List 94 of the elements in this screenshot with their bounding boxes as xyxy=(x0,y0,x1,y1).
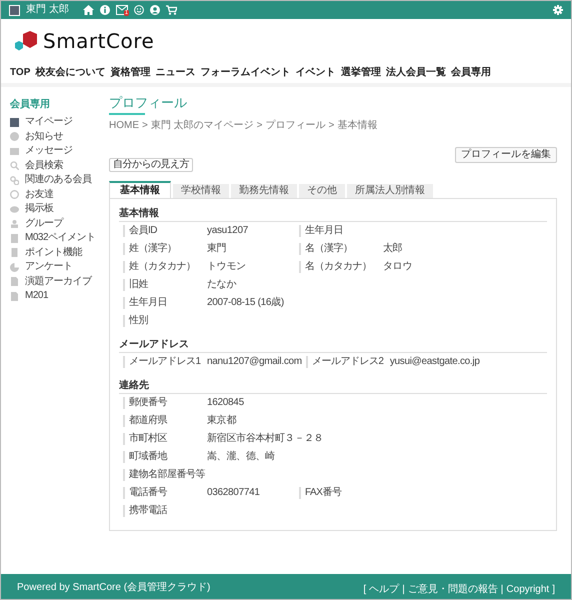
pie-chart-icon xyxy=(10,262,19,272)
avatar-photo-placeholder xyxy=(10,118,19,127)
sidebar-link[interactable]: グループ xyxy=(25,218,63,229)
sidebar-title: 会員専用 xyxy=(10,98,51,112)
sidebar-link[interactable]: 会員検索 xyxy=(25,160,63,171)
nav-link[interactable]: 法人会員一覧 xyxy=(386,64,446,80)
field-label: 姓（漢字） xyxy=(129,244,178,254)
home-icon[interactable] xyxy=(82,5,94,15)
field-label: 名（漢字） xyxy=(305,244,354,254)
field-value: トウモン xyxy=(207,262,246,272)
user-name[interactable]: 東門 太郎 xyxy=(26,5,69,15)
section-heading: 連絡先 xyxy=(119,377,547,394)
powered-by-text: Powered by SmartCore (会員管理クラウド) xyxy=(17,581,210,595)
sidebar-link[interactable]: M032ペイメント xyxy=(25,233,96,244)
sidebar-link[interactable]: M201 xyxy=(25,291,48,302)
field-label: 会員ID xyxy=(129,226,158,236)
field-value: yasu1207 xyxy=(207,226,248,236)
section-heading: 基本情報 xyxy=(119,205,547,222)
field-label: 姓（カタカナ） xyxy=(129,262,196,272)
tab[interactable]: 学校情報 xyxy=(173,184,229,198)
sidebar-link[interactable]: 掲示板 xyxy=(25,204,54,214)
link-separator: | xyxy=(500,583,504,597)
link-separator: | xyxy=(402,583,405,597)
nav-link[interactable]: 会員専用 xyxy=(450,64,491,80)
field-value: 新宿区市谷本村町３－２８ xyxy=(207,434,324,444)
nav-link[interactable]: イベント xyxy=(296,64,336,80)
field-value: 太郎 xyxy=(383,244,402,254)
sidebar-link[interactable]: ポイント機能 xyxy=(25,248,82,258)
user-circle-icon[interactable] xyxy=(150,5,160,15)
field-value: 2007-08-15 (16歳) xyxy=(207,298,284,308)
breadcrumb-separator: > xyxy=(328,121,334,131)
sidebar-link[interactable]: メッセージ xyxy=(25,146,72,156)
field-label: FAX番号 xyxy=(305,488,342,498)
breadcrumb-separator: > xyxy=(142,121,148,131)
bracket: [ xyxy=(363,583,366,597)
section-heading: メールアドレス xyxy=(119,336,547,353)
field-value: 1620845 xyxy=(207,398,244,408)
breadcrumb-separator: > xyxy=(256,121,262,131)
field-label: メールアドレス1 xyxy=(129,357,202,367)
bracket: ] xyxy=(552,583,555,597)
field-label: 電話番号 xyxy=(129,488,168,498)
sidebar-link[interactable]: お知らせ xyxy=(25,132,63,142)
breadcrumb-current-page: 基本情報 xyxy=(337,121,378,131)
logo-text[interactable]: SmartCore xyxy=(43,31,154,51)
field-label: 生年月日 xyxy=(129,298,168,308)
field-label: 市町村区 xyxy=(129,434,168,444)
breadcrumb-link[interactable]: HOME xyxy=(109,121,139,131)
breadcrumb-link[interactable]: プロフィール xyxy=(265,121,326,131)
field-label: 建物名部屋番号等 xyxy=(129,470,206,480)
field-value: 嵩、瀧、德、崎 xyxy=(207,452,275,462)
nav-link[interactable]: 選挙管理 xyxy=(340,64,381,80)
settings-icon[interactable] xyxy=(553,5,563,15)
breadcrumb-link[interactable]: 東門 太郎のマイページ xyxy=(150,121,254,131)
sidebar-link[interactable]: 関連のある会員 xyxy=(25,175,92,186)
page-title: プロフィール xyxy=(109,95,187,111)
nav-link[interactable]: TOP xyxy=(10,64,30,80)
field-label: 携帯電話 xyxy=(129,506,168,516)
tab[interactable]: 勤務先情報 xyxy=(231,184,297,198)
field-value: nanu1207@gmail.com xyxy=(207,357,302,367)
tab[interactable]: その他 xyxy=(299,184,345,198)
cart-icon[interactable] xyxy=(166,5,177,15)
field-value: yusui@eastgate.co.jp xyxy=(390,357,480,367)
edit-profile-button[interactable]: プロフィールを編集 xyxy=(455,147,557,163)
nav-link[interactable]: フォーラムイベント xyxy=(200,64,291,80)
link-icon xyxy=(10,176,19,185)
field-label: 生年月日 xyxy=(305,226,344,236)
search-icon xyxy=(10,161,19,170)
field-value: 東門 xyxy=(207,244,226,254)
avatar-photo-placeholder xyxy=(9,4,20,16)
field-label: 旧姓 xyxy=(129,280,150,290)
nav-link[interactable]: 校友会について xyxy=(35,64,106,80)
field-value: 0362807741 xyxy=(207,488,260,498)
footer-link[interactable]: ヘルプ xyxy=(369,582,400,597)
field-label: 都道府県 xyxy=(129,416,168,426)
field-label: 町域番地 xyxy=(129,452,168,462)
field-label: 郵便番号 xyxy=(129,398,168,408)
sidebar-link[interactable]: アンケート xyxy=(25,262,72,272)
nav-link[interactable]: ニュース xyxy=(156,64,196,80)
field-value: たなか xyxy=(207,280,236,290)
view-select[interactable]: 自分からの見え方 xyxy=(109,158,193,172)
sidebar-link[interactable]: お友達 xyxy=(25,190,54,200)
logo-icon[interactable] xyxy=(15,31,37,51)
field-label: メールアドレス2 xyxy=(312,357,384,367)
field-value: 東京都 xyxy=(207,416,236,426)
sidebar-link[interactable]: マイページ xyxy=(25,117,72,128)
field-label: 性別 xyxy=(129,316,149,326)
field-value: タロウ xyxy=(383,262,412,272)
field-label: 名（カタカナ） xyxy=(305,262,372,272)
nav-link[interactable]: 資格管理 xyxy=(110,64,151,80)
sidebar-link[interactable]: 演題アーカイブ xyxy=(25,276,92,287)
footer-link[interactable]: ご意見・問題の報告 xyxy=(408,582,498,597)
tab[interactable]: 所属法人別情報 xyxy=(347,184,433,198)
footer-link[interactable]: Copyright xyxy=(506,582,550,597)
tab[interactable]: 基本情報 xyxy=(109,181,171,198)
